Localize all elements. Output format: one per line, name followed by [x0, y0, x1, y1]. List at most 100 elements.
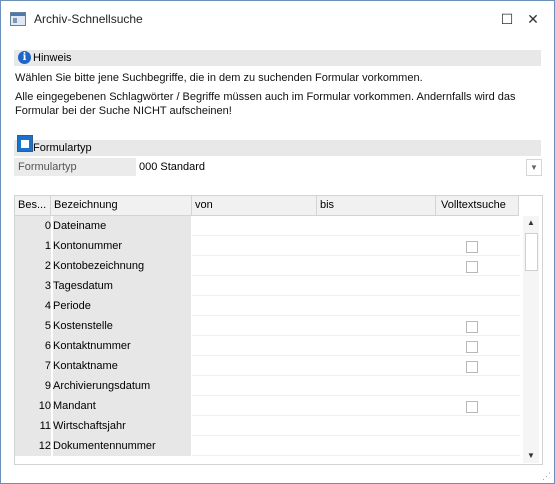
volltext-checkbox[interactable] — [466, 401, 478, 413]
vertical-scrollbar[interactable]: ▲ ▼ — [523, 216, 539, 463]
row-number: 2 — [15, 256, 51, 276]
row-name: Kontaktname — [53, 356, 191, 376]
row-name: Tagesdatum — [53, 276, 191, 296]
table-row[interactable]: 11 Wirtschaftsjahr — [15, 416, 520, 436]
row-name: Kontaktnummer — [53, 336, 191, 356]
volltext-cell[interactable] — [436, 316, 520, 336]
formulartyp-label: Formulartyp — [14, 158, 136, 176]
bis-field[interactable] — [317, 316, 436, 336]
volltext-cell[interactable] — [436, 376, 520, 396]
column-header-bes[interactable]: Bes... — [15, 196, 51, 215]
bis-field[interactable] — [317, 356, 436, 376]
von-field[interactable] — [192, 376, 317, 396]
von-field[interactable] — [192, 356, 317, 376]
von-field[interactable] — [192, 276, 317, 296]
von-field[interactable] — [192, 416, 317, 436]
table-row[interactable]: 6 Kontaktnummer — [15, 336, 520, 356]
table-row[interactable]: 3 Tagesdatum — [15, 276, 520, 296]
table-header: Bes... Bezeichnung von bis Volltextsuche — [15, 196, 519, 216]
volltext-cell[interactable] — [436, 296, 520, 316]
row-name: Kostenstelle — [53, 316, 191, 336]
volltext-cell[interactable] — [436, 416, 520, 436]
row-number: 12 — [15, 436, 51, 456]
row-number: 11 — [15, 416, 51, 436]
formulartyp-header: Formulartyp — [14, 135, 541, 156]
row-name: Kontonummer — [53, 236, 191, 256]
maximize-button[interactable]: ☐ — [495, 9, 519, 29]
hint-text-2: Alle eingegebenen Schlagwörter / Begriff… — [15, 91, 516, 117]
volltext-cell[interactable] — [436, 436, 520, 456]
column-header-volltextsuche[interactable]: Volltextsuche — [436, 196, 519, 215]
table-row[interactable]: 10 Mandant — [15, 396, 520, 416]
search-table: Bes... Bezeichnung von bis Volltextsuche… — [14, 195, 543, 465]
table-row[interactable]: 2 Kontobezeichnung — [15, 256, 520, 276]
von-field[interactable] — [192, 256, 317, 276]
row-number: 9 — [15, 376, 51, 396]
row-number: 7 — [15, 356, 51, 376]
table-row[interactable]: 1 Kontonummer — [15, 236, 520, 256]
volltext-cell[interactable] — [436, 276, 520, 296]
column-header-bezeichnung[interactable]: Bezeichnung — [51, 196, 192, 215]
resize-grip-icon[interactable]: ⋰ — [542, 471, 552, 481]
bis-field[interactable] — [317, 416, 436, 436]
dropdown-arrow-icon[interactable]: ▼ — [526, 159, 542, 176]
von-field[interactable] — [192, 396, 317, 416]
von-field[interactable] — [192, 336, 317, 356]
row-number: 3 — [15, 276, 51, 296]
bis-field[interactable] — [317, 336, 436, 356]
von-field[interactable] — [192, 296, 317, 316]
von-field[interactable] — [192, 236, 317, 256]
archiv-schnellsuche-window: Archiv-Schnellsuche ☐ ✕ i Hinweis Wählen… — [0, 0, 555, 484]
bis-field[interactable] — [317, 256, 436, 276]
bis-field[interactable] — [317, 396, 436, 416]
volltext-cell[interactable] — [436, 216, 520, 236]
bis-field[interactable] — [317, 276, 436, 296]
volltext-cell[interactable] — [436, 356, 520, 376]
von-field[interactable] — [192, 436, 317, 456]
column-header-von[interactable]: von — [192, 196, 317, 215]
formulartyp-select[interactable]: 000 Standard — [139, 158, 525, 176]
column-header-bis[interactable]: bis — [317, 196, 436, 215]
bis-field[interactable] — [317, 296, 436, 316]
formulartyp-row: Formulartyp 000 Standard ▼ — [14, 158, 542, 176]
row-name: Wirtschaftsjahr — [53, 416, 191, 436]
table-row[interactable]: 0 Dateiname — [15, 216, 520, 236]
title-bar: Archiv-Schnellsuche ☐ ✕ — [1, 1, 554, 37]
table-row[interactable]: 5 Kostenstelle — [15, 316, 520, 336]
row-name: Periode — [53, 296, 191, 316]
scroll-thumb[interactable] — [525, 233, 538, 271]
scroll-down-icon[interactable]: ▼ — [523, 449, 539, 463]
bis-field[interactable] — [317, 376, 436, 396]
info-icon: i — [18, 51, 31, 64]
row-number: 5 — [15, 316, 51, 336]
row-name: Dateiname — [53, 216, 191, 236]
row-name: Dokumentennummer — [53, 436, 191, 456]
table-row[interactable]: 12 Dokumentennummer — [15, 436, 520, 456]
volltext-checkbox[interactable] — [466, 321, 478, 333]
volltext-cell[interactable] — [436, 396, 520, 416]
bis-field[interactable] — [317, 216, 436, 236]
table-row[interactable]: 4 Periode — [15, 296, 520, 316]
table-row[interactable]: 7 Kontaktname — [15, 356, 520, 376]
volltext-checkbox[interactable] — [466, 341, 478, 353]
formulartyp-section-title: Formulartyp — [33, 142, 92, 154]
volltext-cell[interactable] — [436, 336, 520, 356]
table-row[interactable]: 9 Archivierungsdatum — [15, 376, 520, 396]
volltext-checkbox[interactable] — [466, 261, 478, 273]
hint-title: Hinweis — [33, 52, 72, 64]
volltext-checkbox[interactable] — [466, 241, 478, 253]
von-field[interactable] — [192, 316, 317, 336]
bis-field[interactable] — [317, 236, 436, 256]
hint-text-1: Wählen Sie bitte jene Suchbegriffe, die … — [15, 72, 423, 84]
volltext-checkbox[interactable] — [466, 361, 478, 373]
table-body: 0 Dateiname 1 Kontonummer 2 Kontobezeichnun… — [15, 216, 520, 456]
form-icon — [17, 135, 33, 152]
scroll-up-icon[interactable]: ▲ — [523, 216, 539, 230]
bis-field[interactable] — [317, 436, 436, 456]
row-number: 6 — [15, 336, 51, 356]
volltext-cell[interactable] — [436, 256, 520, 276]
close-button[interactable]: ✕ — [521, 9, 545, 29]
von-field[interactable] — [192, 216, 317, 236]
volltext-cell[interactable] — [436, 236, 520, 256]
app-window-icon — [10, 12, 26, 26]
